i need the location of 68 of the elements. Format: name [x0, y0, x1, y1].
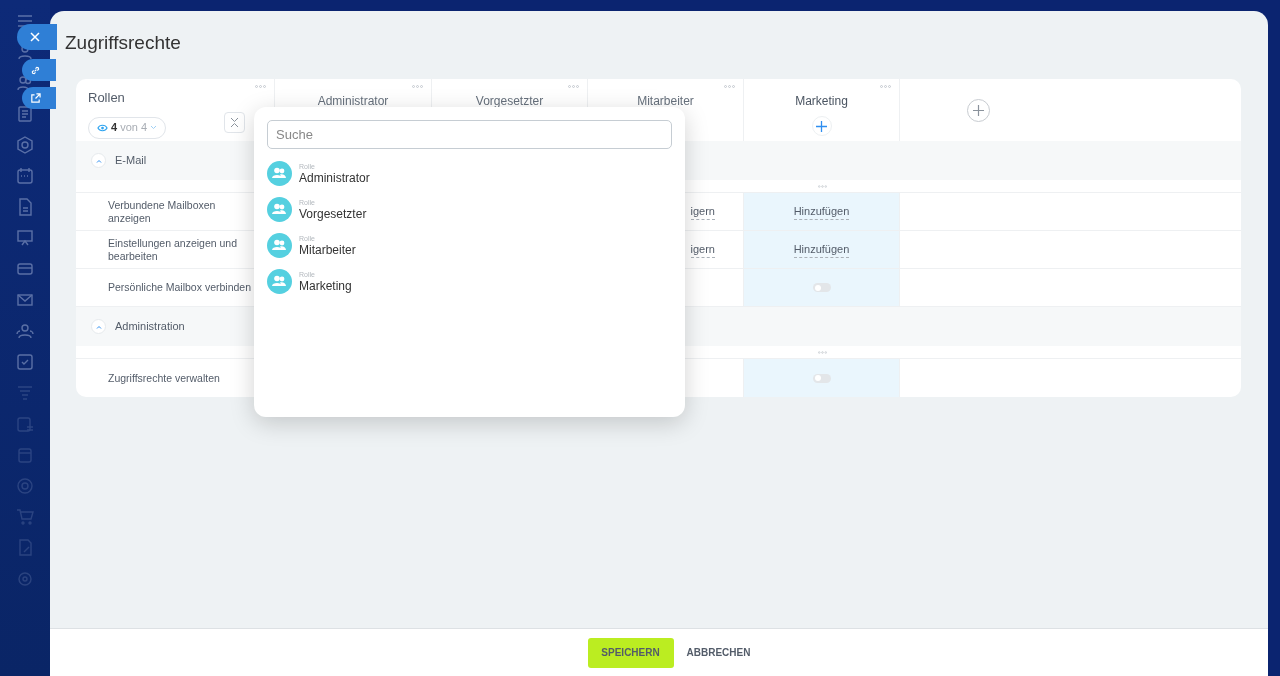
- section-toggle[interactable]: [91, 319, 106, 334]
- column-header[interactable]: Vorgesetzter: [475, 92, 544, 110]
- toggle-switch[interactable]: [812, 283, 831, 292]
- mail-icon[interactable]: [16, 291, 34, 309]
- role-name: Marketing: [299, 280, 352, 292]
- edit-document-icon[interactable]: [16, 539, 34, 557]
- collapse-icon: [230, 117, 239, 128]
- permission-label: Einstellungen anzeigen und bearbeiten: [108, 236, 239, 263]
- checkbox-icon[interactable]: [16, 353, 34, 371]
- access-link[interactable]: Hinzufügen: [793, 202, 850, 221]
- section-title: Administration: [115, 319, 185, 335]
- card-icon[interactable]: [16, 260, 34, 278]
- collapse-button[interactable]: [224, 112, 245, 133]
- close-button[interactable]: [17, 24, 57, 50]
- cancel-button[interactable]: ABBRECHEN: [686, 637, 751, 668]
- column-header[interactable]: Administrator: [317, 92, 389, 110]
- open-external-button[interactable]: [22, 87, 56, 109]
- more-icon[interactable]: [724, 85, 735, 88]
- menu-icon[interactable]: [16, 12, 34, 30]
- eye-icon: [97, 123, 108, 132]
- hexagon-icon[interactable]: [16, 136, 34, 154]
- role-name: Mitarbeiter: [299, 244, 356, 256]
- calendar-icon[interactable]: [16, 167, 34, 185]
- more-icon[interactable]: [568, 85, 579, 88]
- close-icon: [30, 32, 40, 42]
- column-header[interactable]: Mitarbeiter: [637, 92, 694, 110]
- more-icon[interactable]: [880, 85, 891, 88]
- access-link[interactable]: Hinzufügen: [793, 240, 850, 259]
- permission-label: Persönliche Mailbox verbinden: [108, 281, 252, 294]
- permission-label: Zugriffsrechte verwalten: [108, 371, 221, 385]
- schedule-icon[interactable]: [16, 415, 34, 433]
- more-icon[interactable]: [255, 85, 266, 88]
- access-link[interactable]: igern: [690, 240, 715, 259]
- group-avatar-icon: [267, 197, 292, 222]
- roles-label: Rollen: [88, 89, 126, 107]
- more-icon[interactable]: [817, 350, 827, 354]
- store-icon[interactable]: [16, 446, 34, 464]
- target-icon[interactable]: [16, 477, 34, 495]
- settings-icon[interactable]: [16, 570, 34, 588]
- save-button[interactable]: SPEICHERN: [587, 637, 674, 668]
- column-header[interactable]: Marketing: [795, 92, 848, 110]
- chevron-up-icon: [95, 158, 102, 163]
- panel-title: Zugriffsrechte: [65, 31, 181, 55]
- toggle-switch[interactable]: [812, 373, 831, 383]
- role-name: Administrator: [299, 172, 370, 184]
- section-title: E-Mail: [115, 153, 147, 169]
- group-avatar-icon: [267, 269, 292, 294]
- people-icon[interactable]: [16, 322, 34, 340]
- group-avatar-icon: [267, 161, 292, 186]
- chevron-up-icon: [95, 324, 102, 329]
- cart-icon[interactable]: [16, 508, 34, 526]
- file-icon[interactable]: [16, 198, 34, 216]
- more-icon[interactable]: [817, 184, 827, 188]
- link-icon: [30, 64, 41, 76]
- funnel-icon[interactable]: [16, 384, 34, 402]
- section-toggle[interactable]: [91, 153, 106, 168]
- search-field[interactable]: Suche: [267, 120, 672, 149]
- plus-icon: [973, 105, 984, 116]
- plus-icon: [816, 120, 827, 132]
- access-link[interactable]: igern: [690, 202, 715, 221]
- external-link-icon: [30, 92, 41, 104]
- link-button[interactable]: [22, 59, 56, 81]
- permission-label: Verbundene Mailboxen anzeigen: [108, 198, 217, 225]
- presentation-icon[interactable]: [16, 229, 34, 247]
- group-avatar-icon: [267, 233, 292, 258]
- more-icon[interactable]: [412, 85, 423, 88]
- chevron-down-icon: [150, 125, 158, 130]
- role-name: Vorgesetzter: [299, 208, 367, 220]
